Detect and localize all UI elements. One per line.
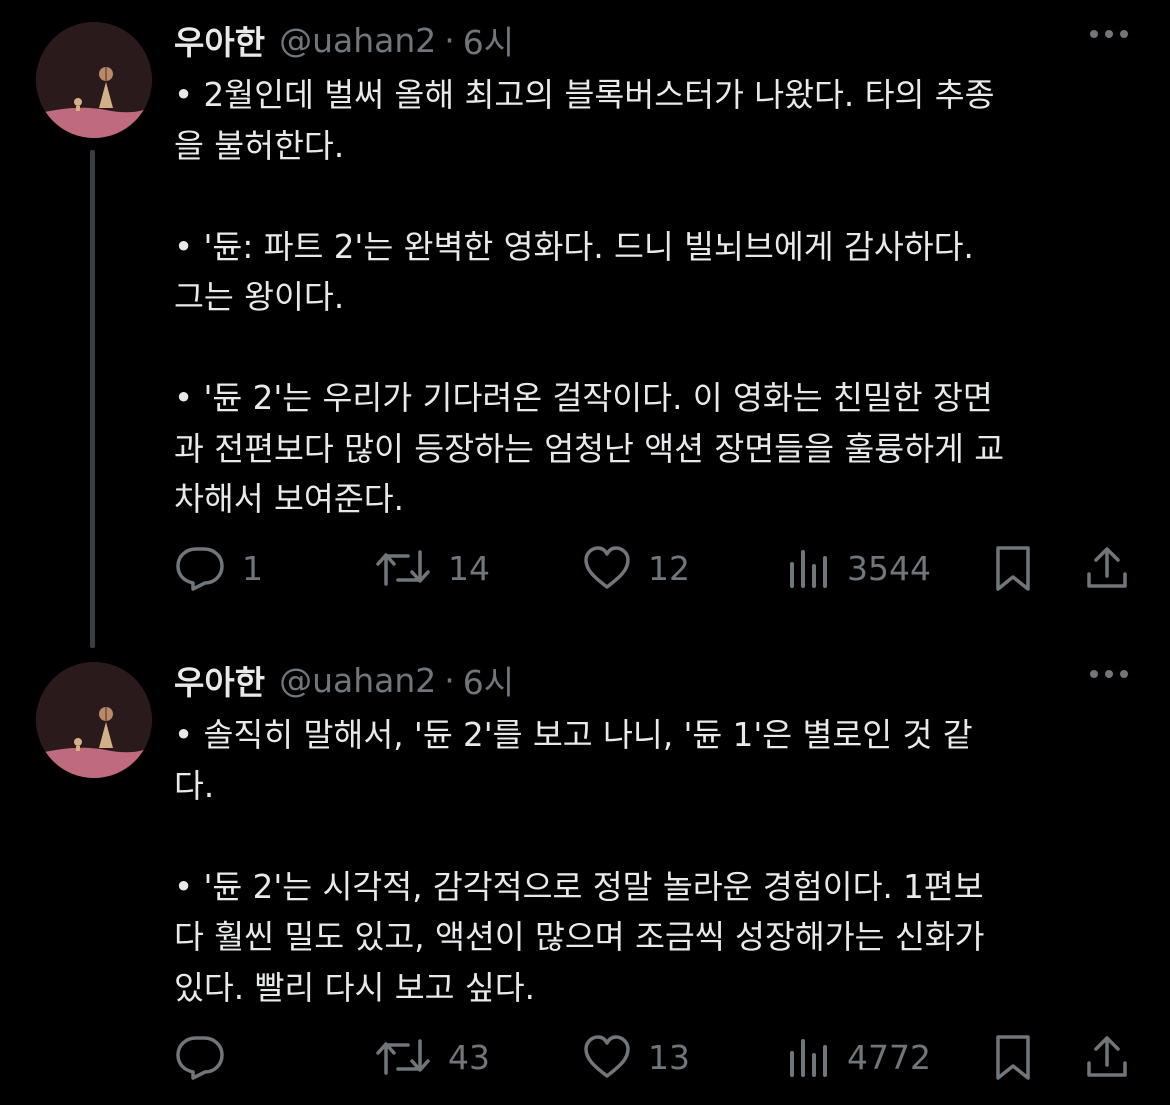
repost-button[interactable]: 14 — [374, 543, 490, 593]
like-button[interactable]: 13 — [582, 1032, 690, 1082]
action-bar: 43 13 4772 — [174, 1032, 1134, 1082]
timestamp[interactable]: 6시 — [463, 16, 514, 64]
avatar-illustration — [36, 662, 152, 778]
repost-count: 14 — [448, 548, 490, 588]
tweet-paragraph: • 솔직히 말해서, '듄 2'를 보고 나니, '듄 1'은 별로인 것 같 … — [174, 716, 973, 805]
author-name[interactable]: 우아한 — [174, 16, 265, 64]
view-count: 4772 — [847, 1037, 931, 1077]
action-bar: 1 14 12 3544 — [174, 543, 1134, 593]
bookmark-button[interactable] — [992, 1032, 1034, 1082]
tweet-paragraph: • '듄 2'는 우리가 기다려온 걸작이다. 이 영화는 친밀한 장면 과 전… — [174, 379, 1005, 518]
tweet-paragraph: • '듄 2'는 시각적, 감각적으로 정말 놀라운 경험이다. 1편보 다 훨… — [174, 867, 985, 1007]
author-handle[interactable]: @uahan2 — [279, 661, 436, 700]
repost-button[interactable]: 43 — [374, 1032, 490, 1082]
share-button[interactable] — [1084, 1032, 1130, 1082]
views-button[interactable]: 4772 — [787, 1032, 931, 1082]
reply-icon — [176, 1036, 224, 1080]
avatar-illustration — [36, 22, 152, 138]
tweet-text: • 2월인데 벌써 올해 최고의 블록버스터가 나왔다. 타의 추종 을 불허한… — [174, 70, 1124, 525]
author-handle[interactable]: @uahan2 — [279, 21, 436, 60]
share-icon — [1087, 547, 1127, 588]
tweet[interactable]: 우아한 @uahan2 · 6시 • 솔직히 말해서, '듄 2'를 보고 나니… — [0, 645, 1170, 1105]
avatar[interactable] — [36, 22, 152, 138]
repost-icon — [376, 1039, 430, 1075]
tweet-text: • 솔직히 말해서, '듄 2'를 보고 나니, '듄 1'은 별로인 것 같 … — [174, 710, 1124, 1013]
reply-icon — [176, 547, 224, 591]
tweet-header: 우아한 @uahan2 · 6시 — [174, 656, 514, 704]
views-button[interactable]: 3544 — [787, 543, 931, 593]
views-icon — [790, 550, 827, 588]
heart-icon — [584, 546, 630, 589]
more-icon[interactable] — [1090, 670, 1128, 678]
more-icon[interactable] — [1090, 30, 1128, 38]
share-button[interactable] — [1084, 543, 1130, 593]
view-count: 3544 — [847, 548, 931, 588]
repost-count: 43 — [448, 1037, 490, 1077]
bookmark-icon — [996, 1035, 1030, 1080]
thread-line — [90, 150, 95, 648]
author-name[interactable]: 우아한 — [174, 656, 265, 704]
like-count: 12 — [648, 548, 690, 588]
tweet-paragraph: • 2월인데 벌써 올해 최고의 블록버스터가 나왔다. 타의 추종 을 불허한… — [174, 76, 995, 165]
tweet[interactable]: 우아한 @uahan2 · 6시 • 2월인데 벌써 올해 최고의 블록버스터가… — [0, 0, 1170, 648]
repost-icon — [376, 550, 430, 586]
like-button[interactable]: 12 — [582, 543, 690, 593]
like-count: 13 — [648, 1037, 690, 1077]
share-icon — [1087, 1036, 1127, 1077]
reply-count: 1 — [242, 548, 263, 588]
tweet-header: 우아한 @uahan2 · 6시 — [174, 16, 514, 64]
separator-dot: · — [444, 660, 455, 700]
heart-icon — [584, 1035, 630, 1078]
separator-dot: · — [444, 20, 455, 60]
bookmark-button[interactable] — [992, 543, 1034, 593]
views-icon — [790, 1039, 827, 1077]
avatar[interactable] — [36, 662, 152, 778]
timestamp[interactable]: 6시 — [463, 656, 514, 704]
reply-button[interactable]: 1 — [174, 543, 263, 593]
reply-button[interactable] — [174, 1032, 242, 1082]
bookmark-icon — [996, 546, 1030, 591]
tweet-paragraph: • '듄: 파트 2'는 완벽한 영화다. 드니 빌뇌브에게 감사하다. 그는 … — [174, 227, 974, 317]
